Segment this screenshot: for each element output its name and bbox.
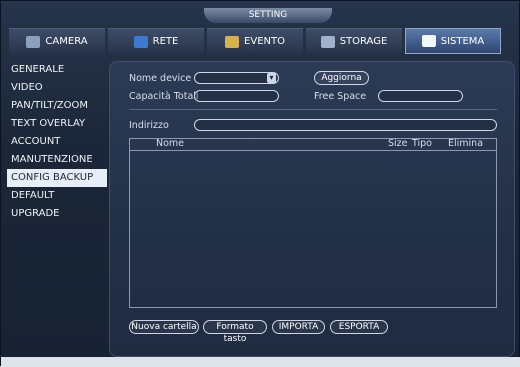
tab-camera[interactable]: CAMERA (9, 28, 105, 54)
divider (129, 109, 497, 110)
col-type: Tipo (412, 138, 432, 149)
tab-label: CAMERA (45, 36, 88, 47)
tab-rete[interactable]: RETE (108, 28, 204, 54)
address-field[interactable] (194, 119, 497, 131)
new-folder-button[interactable]: Nuova cartella (129, 320, 199, 334)
device-select[interactable]: ▾ (194, 72, 279, 84)
col-delete: Elimina (448, 138, 484, 149)
sidebar-item-upgrade[interactable]: UPGRADE (7, 205, 107, 223)
device-label: Nome device (129, 73, 192, 84)
window-title: SETTING (204, 8, 332, 23)
camera-icon (26, 35, 41, 48)
network-icon (133, 35, 148, 48)
config-backup-panel: Nome device ▾ Aggiorna Capacità Totali F… (109, 61, 515, 357)
import-button[interactable]: IMPORTA (272, 320, 325, 334)
capacity-field (194, 90, 279, 102)
tab-evento[interactable]: EVENTO (207, 28, 303, 54)
sidebar-item-manutenzione[interactable]: MANUTENZIONE (7, 151, 107, 169)
sidebar-item-text-overlay[interactable]: TEXT OVERLAY (7, 115, 107, 133)
sidebar-item-pan-tilt-zoom[interactable]: PAN/TILT/ZOOM (7, 97, 107, 115)
free-space-field (378, 90, 463, 102)
file-table[interactable] (129, 138, 497, 308)
storage-icon (320, 35, 335, 48)
tab-sistema[interactable]: SISTEMA (405, 28, 501, 54)
format-button[interactable]: Formato tasto (203, 320, 267, 344)
tab-label: RETE (152, 36, 179, 47)
address-label: Indirizzo (129, 120, 169, 131)
col-name: Nome (156, 138, 185, 149)
sidebar-item-default[interactable]: DEFAULT (7, 187, 107, 205)
tab-label: EVENTO (244, 36, 285, 47)
col-size: Size (388, 138, 408, 149)
export-button[interactable]: ESPORTA (330, 320, 388, 334)
tab-label: STORAGE (339, 36, 388, 47)
capacity-label: Capacità Totali (129, 91, 199, 102)
sidebar-item-account[interactable]: ACCOUNT (7, 133, 107, 151)
event-icon (225, 35, 240, 48)
tab-label: SISTEMA (440, 35, 485, 47)
main-tabs: CAMERA RETE EVENTO STORAGE SISTEMA (9, 28, 515, 54)
system-icon (421, 35, 436, 47)
refresh-button[interactable]: Aggiorna (314, 71, 369, 85)
chevron-down-icon: ▾ (267, 73, 276, 83)
sidebar-item-generale[interactable]: GENERALE (7, 61, 107, 79)
settings-window: SETTING CAMERA RETE EVENTO STORAGE SISTE… (0, 0, 520, 367)
free-space-label: Free Space (314, 91, 367, 102)
sidebar-item-video[interactable]: VIDEO (7, 79, 107, 97)
tab-storage[interactable]: STORAGE (306, 28, 402, 54)
table-header: Nome Size Tipo Elimina (129, 138, 497, 151)
sidebar-item-config-backup[interactable]: CONFIG BACKUP (7, 169, 107, 187)
sidebar: GENERALE VIDEO PAN/TILT/ZOOM TEXT OVERLA… (7, 61, 107, 357)
